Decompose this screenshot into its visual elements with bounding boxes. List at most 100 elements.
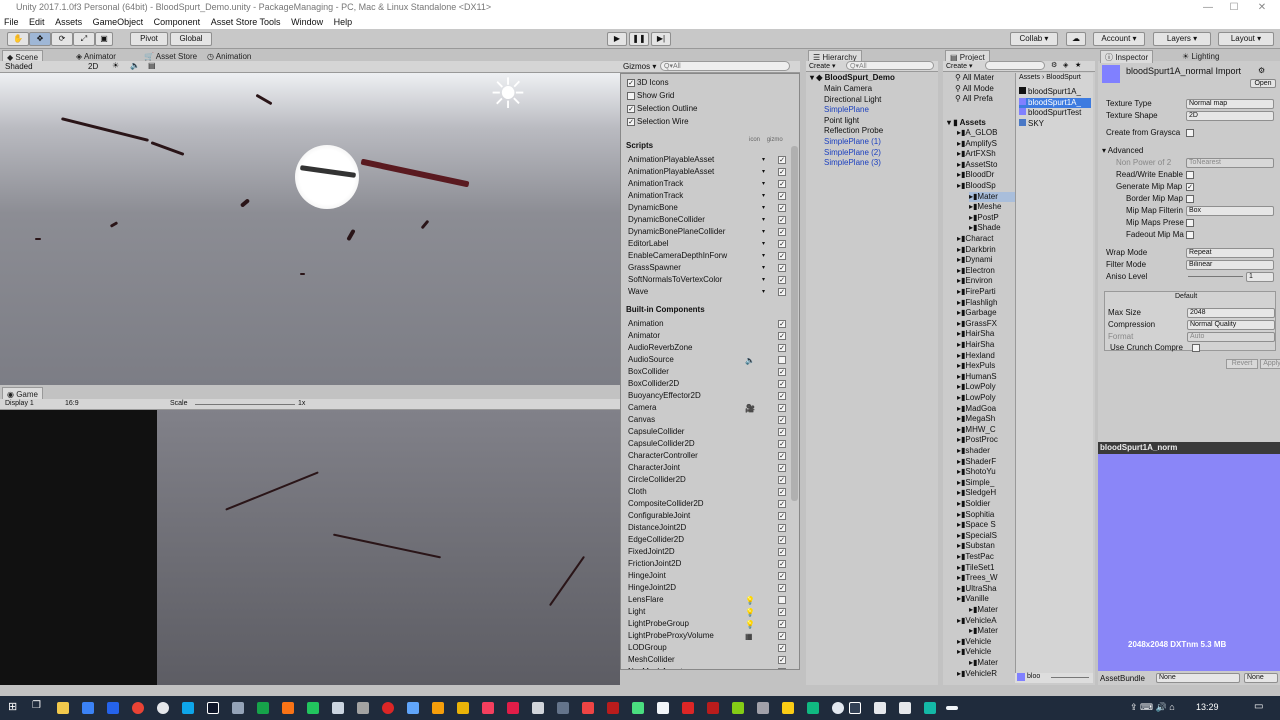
assets-root[interactable]: ▾ ▮ Assets — [947, 118, 986, 128]
menu-edit[interactable]: Edit — [25, 15, 49, 29]
dropdown-arrow-icon[interactable]: ▾ — [762, 214, 765, 226]
app-icon[interactable] — [924, 702, 936, 714]
gizmo-checkbox[interactable]: ✓ — [778, 416, 786, 424]
hierarchy-item[interactable]: SimplePlane — [824, 105, 869, 115]
project-folder[interactable]: ▸▮SpecialS — [957, 531, 1015, 541]
gizmo-checkbox[interactable] — [778, 596, 786, 604]
tray-icons[interactable]: ⇪ ⌨ 🔊 ⌂ — [1130, 702, 1175, 713]
hierarchy-item[interactable]: SimplePlane (2) — [824, 148, 881, 158]
max-size-dropdown[interactable]: 2048 — [1187, 308, 1275, 318]
project-folder[interactable]: ▸▮ShotoYu — [957, 467, 1015, 477]
rotate-tool-icon[interactable]: ⟳ — [51, 32, 73, 46]
normal-map-preview[interactable]: 2048x2048 DXTnm 5.3 MB — [1098, 454, 1280, 671]
project-folder[interactable]: ▸▮HumanS — [957, 372, 1015, 382]
app-icon[interactable] — [482, 702, 494, 714]
gizmo-checkbox[interactable]: ✓ — [778, 656, 786, 664]
app-icon[interactable] — [207, 702, 219, 714]
dropdown-arrow-icon[interactable]: ▾ — [762, 166, 765, 178]
collab-button[interactable]: Collab ▾ — [1010, 32, 1058, 46]
apply-button[interactable]: Apply — [1260, 359, 1280, 369]
gizmo-checkbox[interactable]: ✓ — [778, 560, 786, 568]
gizmo-checkbox[interactable]: ✓ — [778, 288, 786, 296]
dropdown-arrow-icon[interactable]: ▾ — [762, 286, 765, 298]
gizmos-scrollbar[interactable] — [791, 146, 798, 501]
project-folder[interactable]: ▸▮BloodDr — [957, 170, 1015, 180]
app-icon[interactable] — [732, 702, 744, 714]
menu-assets[interactable]: Assets — [51, 15, 86, 29]
filter-type-icon[interactable]: ⚙ — [1051, 61, 1057, 69]
create-from-grayscale-checkbox[interactable] — [1186, 129, 1194, 137]
gizmo-builtin-row[interactable]: CapsuleCollider ✓ — [627, 426, 792, 438]
gizmo-builtin-row[interactable]: HingeJoint2D ✓ — [627, 582, 792, 594]
project-folder[interactable]: ▸▮Sophitia — [957, 510, 1015, 520]
app-icon[interactable] — [557, 702, 569, 714]
project-folder[interactable]: ▸▮PostProc — [957, 435, 1015, 445]
project-folder[interactable]: ▸▮HexPuls — [957, 361, 1015, 371]
app-icon[interactable] — [682, 702, 694, 714]
gizmo-checkbox[interactable]: ✓ — [778, 524, 786, 532]
project-folder[interactable]: ▸▮Environ — [957, 276, 1015, 286]
app-icon[interactable] — [107, 702, 119, 714]
app-icon[interactable] — [307, 702, 319, 714]
filter-mode-dropdown[interactable]: Bilinear — [1186, 260, 1274, 270]
gizmo-checkbox[interactable]: ✓ — [778, 368, 786, 376]
app-icon[interactable] — [507, 702, 519, 714]
maximize-icon[interactable]: ☐ — [1222, 0, 1246, 15]
tab-lighting[interactable]: ☀ Lighting — [1178, 50, 1223, 63]
gizmo-checkbox[interactable]: ✓ — [778, 632, 786, 640]
gizmo-builtin-row[interactable]: LightProbeProxyVolume ▦ ✓ — [627, 630, 792, 642]
gizmo-checkbox[interactable]: ✓ — [778, 608, 786, 616]
gizmo-checkbox[interactable]: ✓ — [778, 228, 786, 236]
project-folder[interactable]: ▸▮Charact — [957, 234, 1015, 244]
app-icon[interactable] — [707, 702, 719, 714]
mip-filter-dropdown[interactable]: Box — [1186, 206, 1274, 216]
file-explorer-icon[interactable] — [57, 702, 69, 714]
app-icon[interactable] — [832, 702, 844, 714]
dropdown-arrow-icon[interactable]: ▾ — [762, 274, 765, 286]
project-folder[interactable]: ▸▮HairSha — [957, 329, 1015, 339]
app-icon[interactable] — [182, 702, 194, 714]
app-icon[interactable] — [657, 702, 669, 714]
gizmo-builtin-row[interactable]: BoxCollider2D ✓ — [627, 378, 792, 390]
app-icon[interactable] — [899, 702, 911, 714]
gizmo-checkbox[interactable]: ✓ — [778, 168, 786, 176]
gizmo-script-row[interactable]: DynamicBone ▾ ✓ — [627, 202, 792, 214]
project-file[interactable]: SKY — [1019, 118, 1091, 129]
gizmo-builtin-row[interactable]: CompositeCollider2D ✓ — [627, 498, 792, 510]
app-icon[interactable] — [332, 702, 344, 714]
gizmo-script-row[interactable]: SoftNormalsToVertexColor ▾ ✓ — [627, 274, 792, 286]
project-file[interactable]: bloodSpurt1A_ — [1019, 87, 1091, 97]
gizmo-script-row[interactable]: AnimationPlayableAsset ▾ ✓ — [627, 154, 792, 166]
gizmo-checkbox[interactable]: ✓ — [778, 264, 786, 272]
gizmo-script-row[interactable]: GrassSpawner ▾ ✓ — [627, 262, 792, 274]
dropdown-arrow-icon[interactable]: ▾ — [762, 178, 765, 190]
favorite-item[interactable]: ⚲ All Mater — [955, 73, 994, 83]
gizmo-checkbox[interactable]: ✓ — [778, 548, 786, 556]
display-dropdown[interactable]: Display 1 — [5, 400, 34, 407]
gizmo-checkbox[interactable]: ✓ — [778, 512, 786, 520]
format-dropdown[interactable]: Auto — [1187, 332, 1275, 342]
dropdown-arrow-icon[interactable]: ▾ — [762, 154, 765, 166]
menu-component[interactable]: Component — [150, 15, 205, 29]
assetbundle-dropdown[interactable]: None — [1156, 673, 1240, 683]
crunch-checkbox[interactable] — [1192, 344, 1200, 352]
project-folder[interactable]: ▸▮Soldier — [957, 499, 1015, 509]
gizmo-checkbox[interactable]: ✓ — [778, 380, 786, 388]
project-folder[interactable]: ▸▮MegaSh — [957, 414, 1015, 424]
tab-inspector[interactable]: ⓘ Inspector — [1100, 50, 1154, 63]
hierarchy-item[interactable]: Reflection Probe — [824, 126, 883, 136]
gizmo-checkbox[interactable]: ✓ — [778, 584, 786, 592]
project-folder[interactable]: ▸▮Electron — [957, 266, 1015, 276]
gizmo-checkbox[interactable]: ✓ — [778, 668, 786, 669]
app-icon[interactable] — [157, 702, 169, 714]
shading-mode-dropdown[interactable]: Shaded — [5, 62, 33, 71]
project-folder[interactable]: ▸▮UltraSha — [957, 584, 1015, 594]
project-folder[interactable]: ▸▮ArtFXSh — [957, 149, 1015, 159]
gizmo-checkbox[interactable]: ✓ — [778, 404, 786, 412]
mip-preserve-checkbox[interactable] — [1186, 219, 1194, 227]
project-folder[interactable]: ▸▮MadGoa — [957, 404, 1015, 414]
app-icon[interactable] — [782, 702, 794, 714]
lighting-toggle-icon[interactable]: ☀ — [112, 61, 119, 70]
minimize-icon[interactable]: — — [1196, 0, 1220, 15]
gizmo-script-row[interactable]: AnimationPlayableAsset ▾ ✓ — [627, 166, 792, 178]
